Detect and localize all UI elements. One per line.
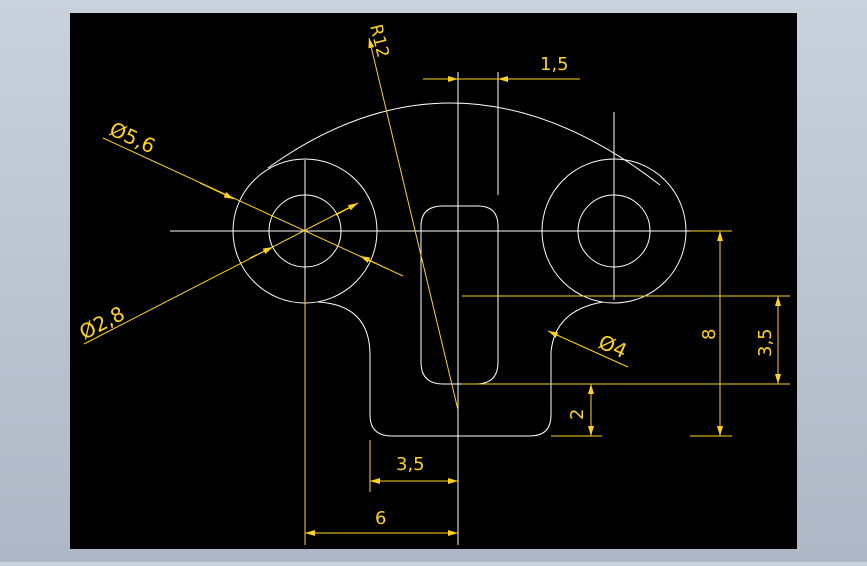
label-height-total: 8 [699, 329, 720, 340]
drawing-canvas [70, 13, 797, 549]
label-width-total: 6 [375, 508, 386, 529]
label-step-height: 2 [567, 409, 588, 420]
label-width-inner: 3,5 [396, 454, 425, 475]
cad-viewport: R12 Ø5,6 Ø2,8 Ø4 1,5 8 3,5 2 3,5 6 [0, 0, 867, 562]
label-height-right: 3,5 [755, 328, 776, 357]
label-top-offset: 1,5 [540, 54, 569, 75]
